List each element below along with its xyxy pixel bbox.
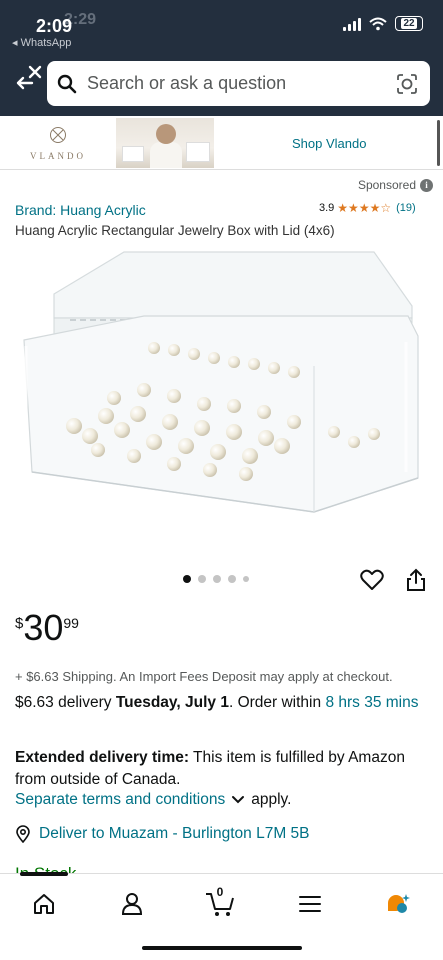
- home-indicator-bar: [142, 946, 302, 950]
- carousel-dot[interactable]: [243, 576, 249, 582]
- banner-image[interactable]: [116, 118, 214, 168]
- image-carousel-dots[interactable]: [183, 575, 249, 583]
- terms-row[interactable]: Separate terms and conditions apply.: [15, 791, 291, 809]
- order-within-prefix: . Order within: [228, 694, 326, 711]
- search-input[interactable]: [87, 63, 384, 104]
- nav-menu[interactable]: [290, 884, 330, 924]
- search-bar[interactable]: [47, 61, 430, 106]
- deliver-to-text[interactable]: Deliver to Muazam - Burlington L7M 5B: [39, 825, 310, 843]
- rating-count[interactable]: (19): [396, 202, 416, 214]
- carousel-dot[interactable]: [228, 575, 236, 583]
- terms-suffix: apply.: [251, 791, 292, 808]
- nav-account[interactable]: [112, 884, 152, 924]
- info-icon[interactable]: i: [420, 178, 433, 192]
- nav-cart[interactable]: 0: [200, 884, 240, 924]
- rufus-assistant-icon: [388, 894, 410, 913]
- share-button[interactable]: [403, 567, 429, 593]
- terms-link[interactable]: Separate terms and conditions: [15, 791, 225, 809]
- camera-lens-icon[interactable]: [384, 61, 430, 106]
- add-to-wishlist-button[interactable]: [359, 567, 385, 593]
- active-tab-indicator: [20, 872, 68, 876]
- price: $ 30 99: [15, 608, 79, 648]
- deliver-to-location[interactable]: Deliver to Muazam - Burlington L7M 5B: [15, 825, 310, 843]
- user-icon: [121, 893, 143, 915]
- price-fraction: 99: [63, 615, 79, 631]
- carousel-dot[interactable]: [198, 575, 206, 583]
- scroll-indicator: [437, 120, 440, 166]
- share-icon: [407, 568, 425, 591]
- price-currency: $: [15, 615, 24, 632]
- price-whole: 30: [23, 607, 64, 648]
- delivery-estimate: $6.63 delivery Tuesday, July 1. Order wi…: [15, 692, 435, 714]
- carousel-dot[interactable]: [213, 575, 221, 583]
- extended-delivery-label: Extended delivery time:: [15, 749, 190, 766]
- heart-icon: [360, 569, 384, 590]
- app-header: 2:29 2:09 ◂ WhatsApp 22: [0, 0, 443, 116]
- back-button[interactable]: [12, 60, 46, 94]
- vlando-logo-text: VLANDO: [30, 151, 86, 161]
- rating-stars-icon: ★★★★☆: [337, 201, 392, 215]
- delivery-prefix: $6.63 delivery: [15, 694, 116, 711]
- shop-vlando-link[interactable]: Shop Vlando: [292, 136, 366, 151]
- cart-count: 0: [216, 885, 224, 899]
- product-image[interactable]: [14, 246, 429, 546]
- location-pin-icon: [16, 825, 30, 843]
- vlando-logo[interactable]: VLANDO: [20, 126, 96, 164]
- wifi-icon: [369, 17, 387, 30]
- sponsored-text: Sponsored: [357, 178, 416, 192]
- vlando-logo-icon: [50, 127, 66, 143]
- back-to-whatsapp[interactable]: ◂ WhatsApp: [12, 36, 71, 49]
- shipping-fee-text: + $6.63 Shipping. An Import Fees Deposit…: [15, 669, 393, 684]
- nav-rufus[interactable]: [378, 884, 418, 924]
- signal-icon: [343, 17, 361, 31]
- status-time: 2:09: [36, 16, 73, 36]
- extended-delivery-notice: Extended delivery time: This item is ful…: [15, 747, 435, 791]
- search-icon: [47, 61, 87, 106]
- product-title[interactable]: Huang Acrylic Rectangular Jewelry Box wi…: [15, 223, 335, 238]
- battery-icon: 22: [395, 16, 423, 31]
- close-back-icon: [16, 65, 42, 90]
- carousel-dot[interactable]: [183, 575, 191, 583]
- delivery-date: Tuesday, July 1: [115, 694, 229, 711]
- order-within-time: 8 hrs 35 mins: [325, 694, 419, 711]
- sponsored-label[interactable]: Sponsored i: [358, 178, 433, 192]
- sponsored-brand-banner[interactable]: VLANDO Shop Vlando: [0, 116, 443, 170]
- brand-link[interactable]: Brand: Huang Acrylic: [15, 202, 146, 218]
- home-icon: [34, 894, 54, 914]
- rating-value: 3.9: [319, 202, 335, 214]
- bottom-navigation: 0: [0, 872, 443, 960]
- nav-home[interactable]: [24, 884, 64, 924]
- chevron-down-icon[interactable]: [231, 795, 245, 805]
- hamburger-menu-icon: [299, 896, 321, 912]
- battery-level: 22: [401, 18, 417, 29]
- system-icons: 22: [343, 16, 423, 31]
- rating-summary[interactable]: 3.9 ★★★★☆ (19): [319, 201, 416, 215]
